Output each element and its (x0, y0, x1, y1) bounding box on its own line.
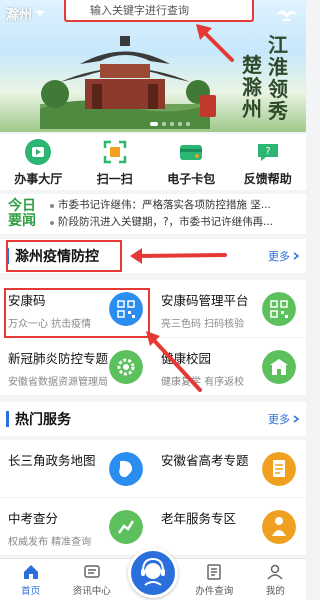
carousel-dot[interactable] (170, 122, 174, 126)
service-card-covid-topic[interactable]: 新冠肺炎防控专题 安徽省数据资源管理局 (0, 338, 153, 396)
quick-actions-bar: 办事大厅 扫一扫 电子卡包 ? 反馈帮助 (0, 134, 306, 190)
news-item[interactable]: 阶段防汛进入关键期，?，市委书记许继伟再... (50, 214, 306, 231)
nav-label: 首页 (21, 586, 41, 597)
today-news: 今日 要闻 市委书记许继伟：严格落实各项防控措施 坚... 阶段防汛进入关键期，… (0, 194, 306, 234)
nav-query[interactable]: 办件查询 (184, 559, 245, 600)
service-card-healthy-campus[interactable]: 健康校园 健康复学 有序返校 (153, 338, 306, 396)
news-badge-line-1: 今日 (8, 198, 36, 214)
scan-icon (103, 140, 126, 163)
news-icon (84, 565, 100, 578)
calligraphy-line-1: 江淮领秀 (268, 33, 288, 123)
app-home-page: 江淮领秀 楚滁州 滁州 输入关键字进行查询 办事大厅 扫一扫 电子卡包 ? 反馈… (0, 0, 306, 600)
card-wallet-icon (180, 144, 203, 160)
more-link[interactable]: 更多 (268, 411, 300, 427)
quick-action-label: 扫一扫 (96, 171, 133, 186)
quick-action-scan[interactable]: 扫一扫 (77, 134, 154, 190)
chevron-right-icon (293, 415, 300, 423)
quick-action-label: 电子卡包 (167, 171, 216, 186)
bullet-icon (50, 203, 54, 208)
calligraphy-artwork: 江淮领秀 楚滁州 (222, 34, 292, 128)
svg-text:?: ? (265, 146, 270, 157)
hot-services-header: 热门服务 更多 (0, 402, 306, 436)
nav-home[interactable]: 首页 (0, 559, 61, 600)
news-badge: 今日 要闻 (0, 199, 50, 229)
help-icon: ? (257, 143, 278, 161)
news-item[interactable]: 市委书记许继伟：严格落实各项防控措施 坚... (50, 197, 306, 214)
quick-action-card-wallet[interactable]: 电子卡包 (153, 134, 230, 190)
hall-icon (25, 138, 52, 165)
service-card-yrd-map[interactable]: 长三角政务地图 (0, 440, 153, 498)
news-item-text: 阶段防汛进入关键期，?，市委书记许继伟再... (58, 216, 274, 228)
app-logo-icon (276, 10, 298, 21)
elderly-icon (262, 510, 296, 544)
nav-news[interactable]: 资讯中心 (61, 559, 122, 600)
service-card-ankang-platform[interactable]: 安康码管理平台 亮三色码 扫码核验 (153, 280, 306, 338)
city-name: 滁州 (6, 7, 33, 23)
city-selector[interactable]: 滁州 (6, 2, 45, 24)
section-title: 热门服务 (15, 412, 71, 428)
highlight-box-section-title (6, 240, 122, 272)
more-label: 更多 (268, 250, 290, 263)
carousel-dot[interactable] (162, 122, 166, 126)
highlight-box-ankang-code (4, 288, 150, 338)
chevron-right-icon (293, 252, 300, 260)
home-icon (23, 565, 38, 579)
customer-service-icon (141, 557, 165, 586)
exam-icon (262, 452, 296, 486)
score-icon (109, 510, 143, 544)
service-card-zhongkao[interactable]: 中考查分 权威发布 精准查询 (0, 498, 153, 556)
section-marker (6, 411, 9, 427)
quick-action-label: 反馈帮助 (243, 171, 292, 186)
carousel-dot[interactable] (150, 122, 158, 126)
top-banner[interactable]: 江淮领秀 楚滁州 滁州 输入关键字进行查询 (0, 0, 306, 132)
gear-icon (109, 350, 143, 384)
nav-label: 办件查询 (195, 586, 234, 597)
qr-code-icon (262, 292, 296, 326)
red-seal-stamp (200, 95, 216, 117)
news-item-text: 市委书记许继伟：严格落实各项防控措施 坚... (58, 199, 271, 211)
query-icon (207, 564, 221, 580)
nav-label: 资讯中心 (72, 586, 111, 597)
nav-profile[interactable]: 我的 (245, 559, 306, 600)
quick-action-hall[interactable]: 办事大厅 (0, 134, 77, 190)
more-label: 更多 (268, 413, 290, 426)
calligraphy-line-2: 楚滁州 (242, 53, 262, 121)
service-card-gaokao[interactable]: 安徽省高考专题 (153, 440, 306, 498)
customer-service-button[interactable] (128, 548, 178, 598)
news-badge-line-2: 要闻 (8, 213, 36, 229)
caret-down-icon (36, 10, 45, 16)
quick-action-help[interactable]: ? 反馈帮助 (230, 134, 307, 190)
search-input[interactable]: 输入关键字进行查询 (64, 0, 254, 22)
map-icon (109, 452, 143, 486)
carousel-indicator (150, 122, 190, 126)
service-card-elderly[interactable]: 老年服务专区 (153, 498, 306, 556)
nav-label: 我的 (265, 586, 285, 597)
carousel-dot[interactable] (178, 122, 182, 126)
hot-services-grid: 长三角政务地图 安徽省高考专题 中考查分 权威发布 精准查询 老年服务专区 (0, 440, 306, 556)
user-icon (267, 564, 283, 580)
pavilion-illustration (40, 36, 210, 129)
quick-action-label: 办事大厅 (14, 171, 63, 186)
more-link[interactable]: 更多 (268, 248, 300, 264)
carousel-dot[interactable] (186, 122, 190, 126)
search-placeholder: 输入关键字进行查询 (90, 4, 189, 17)
bullet-icon (50, 220, 54, 225)
school-icon (262, 350, 296, 384)
news-list: 市委书记许继伟：严格落实各项防控措施 坚... 阶段防汛进入关键期，?，市委书记… (50, 197, 306, 231)
